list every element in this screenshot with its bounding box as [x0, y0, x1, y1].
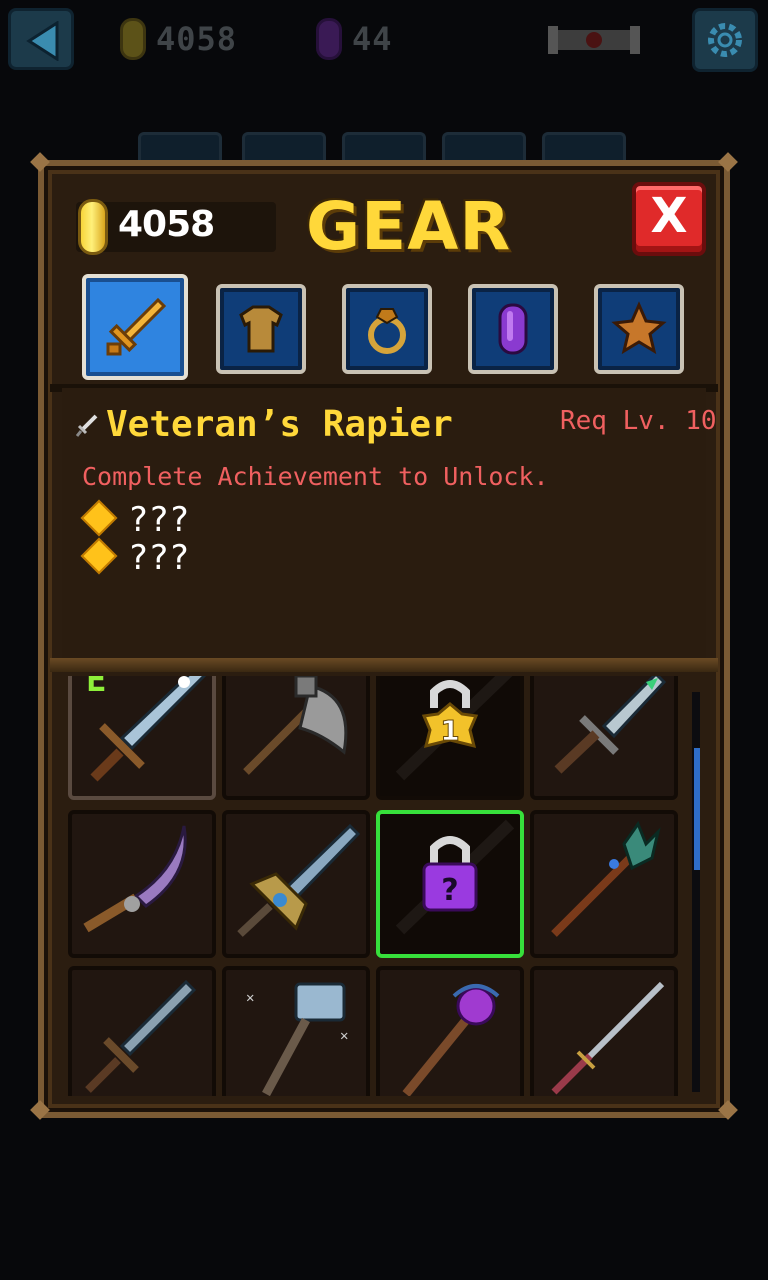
gear-slot-selected[interactable]: ?	[376, 810, 524, 958]
gear-slot-broadsword[interactable]	[68, 966, 216, 1096]
star-icon	[611, 301, 667, 355]
divider	[50, 658, 718, 672]
gear-slot-ornate-sword[interactable]	[222, 810, 370, 958]
gear-slot-curved-dagger[interactable]	[68, 810, 216, 958]
bonus-line: ???	[80, 537, 190, 578]
katana-icon	[551, 981, 665, 1095]
gem-icon	[316, 18, 342, 60]
scroll-icon[interactable]	[546, 20, 642, 60]
coin-count: 4058	[118, 204, 215, 245]
diamond-icon	[80, 537, 118, 574]
gear-slot-locked[interactable]: 1	[376, 676, 524, 800]
equipped-badge: E	[86, 676, 107, 700]
mystery-mark: ?	[441, 873, 458, 908]
back-button[interactable]	[8, 8, 74, 70]
required-level: Req Lv. 10	[560, 406, 717, 436]
gear-slot-axe[interactable]	[222, 676, 370, 800]
close-button[interactable]: X	[632, 182, 706, 256]
gear-grid[interactable]: E 1 ? ✕ ✕	[66, 676, 684, 1096]
svg-text:✕: ✕	[340, 1028, 348, 1044]
lock-level: 1	[440, 714, 459, 747]
ring-icon	[368, 308, 406, 354]
sword-icon	[106, 297, 167, 356]
weapon-type-icon	[76, 414, 98, 437]
bonus-text: ???	[128, 538, 190, 578]
axe-icon	[243, 676, 348, 775]
close-icon: X	[650, 188, 688, 244]
tab-armor[interactable]	[216, 284, 306, 374]
scrollbar-thumb[interactable]	[694, 748, 700, 870]
settings-button[interactable]	[692, 8, 758, 72]
gold-coin-icon	[78, 199, 108, 255]
gear-slot-sword[interactable]: E	[68, 676, 216, 800]
orb-staff-icon	[402, 984, 500, 1096]
gear-slot-hammer[interactable]: ✕ ✕	[222, 966, 370, 1096]
gear-icon	[708, 23, 742, 57]
gear-slot-katana[interactable]	[530, 966, 678, 1096]
tab-stars[interactable]	[594, 284, 684, 374]
tab-rings[interactable]	[342, 284, 432, 374]
top-hud: 4058 44	[0, 0, 768, 90]
item-name: Veteran’s Rapier	[106, 404, 453, 445]
svg-text:✕: ✕	[246, 990, 254, 1006]
ornate-sword-icon	[237, 823, 361, 937]
locked-sword-icon: 1	[395, 676, 513, 781]
tab-weapons[interactable]	[82, 274, 188, 380]
gear-slot-orb-staff[interactable]	[376, 966, 524, 1096]
bonus-line: ???	[80, 499, 190, 540]
hud-gold-count: 4058	[156, 20, 238, 58]
hud-gem-count: 44	[352, 20, 393, 58]
gem-icon	[498, 303, 528, 355]
locked-rapier-icon: ?	[395, 819, 515, 935]
back-arrow-icon	[26, 21, 59, 61]
tab-gems[interactable]	[468, 284, 558, 374]
curved-dagger-icon	[83, 825, 187, 933]
hammer-icon: ✕ ✕	[246, 982, 348, 1096]
gold-coin-icon	[120, 18, 146, 60]
dagger-icon	[554, 676, 667, 774]
gear-slot-staff[interactable]	[530, 810, 678, 958]
armor-icon	[239, 305, 283, 353]
gear-slot-dagger[interactable]	[530, 676, 678, 800]
staff-icon	[551, 820, 661, 937]
unlock-description: Complete Achievement to Unlock.	[82, 462, 549, 491]
panel-title: GEAR	[306, 188, 512, 265]
bonus-text: ???	[128, 500, 190, 540]
diamond-icon	[80, 499, 118, 536]
broadsword-icon	[85, 979, 197, 1093]
